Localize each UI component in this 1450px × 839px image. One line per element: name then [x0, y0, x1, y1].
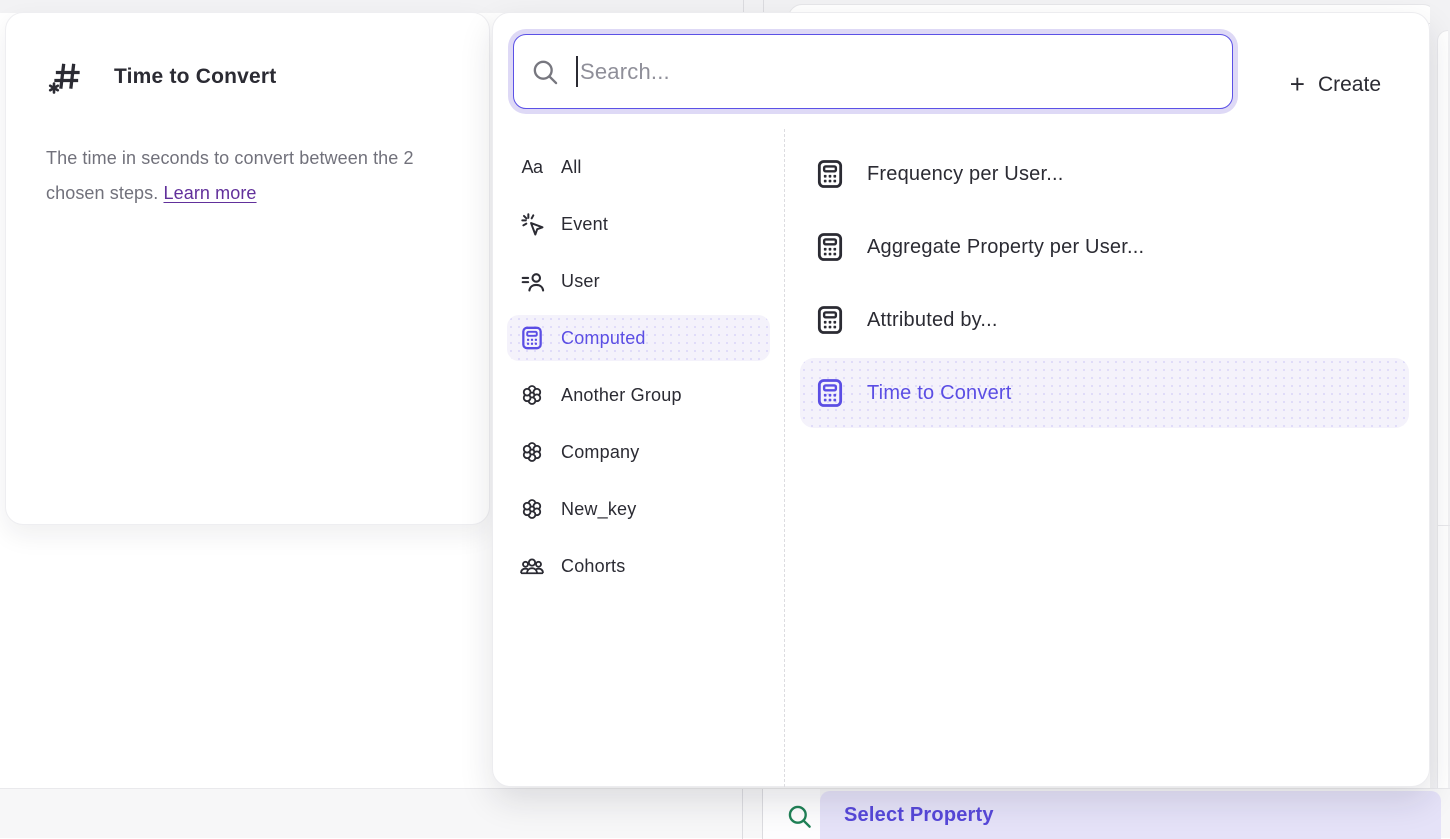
- background-bottom-strip: Select Property: [0, 788, 1450, 838]
- category-sidebar: Aa All Event: [493, 129, 785, 787]
- cursor-click-icon: [519, 211, 545, 237]
- result-label: Attributed by...: [867, 309, 998, 332]
- category-label: User: [561, 271, 600, 292]
- page-title: Time to Convert: [114, 65, 276, 89]
- result-label: Time to Convert: [867, 382, 1012, 405]
- user-profile-icon: [519, 268, 545, 294]
- text-caret: [576, 56, 578, 87]
- group-cluster-icon: [519, 496, 545, 522]
- category-label: Event: [561, 214, 608, 235]
- result-item-frequency-per-user[interactable]: Frequency per User...: [800, 139, 1409, 209]
- category-item-another-group[interactable]: Another Group: [507, 372, 770, 418]
- background-panel-edge: [762, 789, 763, 839]
- select-property-label: Select Property: [844, 804, 994, 827]
- calculator-icon: [814, 304, 846, 336]
- search-icon: [531, 58, 559, 86]
- category-item-cohorts[interactable]: Cohorts: [507, 543, 770, 589]
- result-item-time-to-convert[interactable]: Time to Convert: [800, 358, 1409, 428]
- numeric-hash-icon: [46, 57, 86, 97]
- calculator-icon: [519, 325, 545, 351]
- search-icon: [786, 803, 813, 830]
- background-card-edge: [1437, 30, 1448, 788]
- property-picker-popover: Search... + Create Aa All Event: [492, 12, 1430, 787]
- category-label: Company: [561, 442, 639, 463]
- select-property-button[interactable]: Select Property: [820, 791, 1441, 839]
- results-list: Frequency per User... Aggregate Property…: [785, 129, 1431, 787]
- category-label: Another Group: [561, 385, 682, 406]
- plus-icon: +: [1290, 71, 1305, 97]
- create-button-label: Create: [1318, 73, 1381, 97]
- category-item-event[interactable]: Event: [507, 201, 770, 247]
- category-item-all[interactable]: Aa All: [507, 144, 770, 190]
- calculator-icon: [814, 231, 846, 263]
- category-item-computed[interactable]: Computed: [507, 315, 770, 361]
- info-card-header: Time to Convert: [6, 13, 489, 97]
- category-label: Cohorts: [561, 556, 625, 577]
- cohorts-people-icon: [519, 553, 545, 579]
- search-placeholder: Search...: [580, 59, 670, 85]
- calculator-icon: [814, 158, 846, 190]
- text-format-icon: Aa: [519, 154, 545, 180]
- group-cluster-icon: [519, 439, 545, 465]
- info-card-description: The time in seconds to convert between t…: [6, 97, 414, 211]
- category-label: Computed: [561, 328, 646, 349]
- category-item-user[interactable]: User: [507, 258, 770, 304]
- result-item-attributed-by[interactable]: Attributed by...: [800, 285, 1409, 355]
- result-item-aggregate-property-per-user[interactable]: Aggregate Property per User...: [800, 212, 1409, 282]
- learn-more-link[interactable]: Learn more: [163, 183, 256, 203]
- category-label: New_key: [561, 499, 636, 520]
- background-divider: [1437, 525, 1450, 526]
- result-label: Frequency per User...: [867, 163, 1064, 186]
- picker-body: Aa All Event: [493, 129, 1431, 787]
- result-label: Aggregate Property per User...: [867, 236, 1144, 259]
- category-item-new-key[interactable]: New_key: [507, 486, 770, 532]
- search-input[interactable]: Search...: [513, 34, 1233, 109]
- group-cluster-icon: [519, 382, 545, 408]
- category-item-company[interactable]: Company: [507, 429, 770, 475]
- calculator-icon: [814, 377, 846, 409]
- property-info-card: Time to Convert The time in seconds to c…: [5, 12, 490, 525]
- create-button[interactable]: + Create: [1290, 65, 1381, 105]
- background-panel-edge: [742, 789, 743, 839]
- category-label: All: [561, 157, 582, 178]
